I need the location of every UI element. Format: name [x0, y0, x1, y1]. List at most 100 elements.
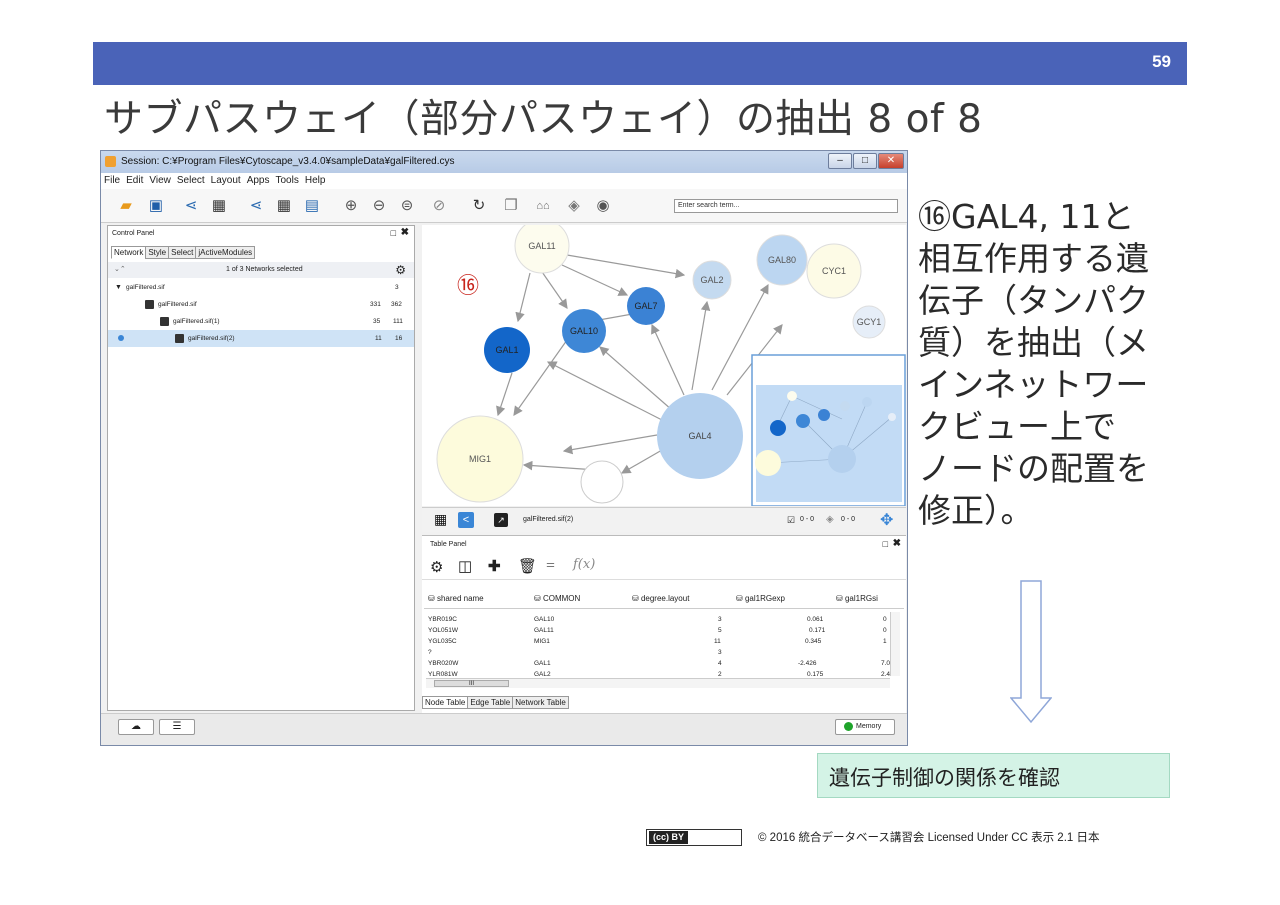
- tab-network[interactable]: Network: [111, 246, 147, 259]
- new-network-icon[interactable]: ❐: [501, 196, 521, 216]
- zoom-selected-icon[interactable]: ⊘: [429, 196, 449, 216]
- control-panel: Control Panel □ ✖ Network Style Select jAct…: [107, 225, 415, 711]
- navigate-icon[interactable]: ✥: [880, 510, 893, 530]
- column-header[interactable]: ⛁ gal1RGexp: [736, 594, 785, 603]
- task-list-button[interactable]: ☰: [159, 719, 195, 735]
- export-image-icon[interactable]: ▤: [302, 196, 322, 216]
- collapse-all-icon[interactable]: ⌄⌃: [114, 265, 126, 273]
- expand-arrow-icon[interactable]: ▼: [115, 279, 122, 296]
- panel-close-icon[interactable]: ✖: [893, 538, 901, 549]
- import-network-icon[interactable]: ⋖: [181, 196, 201, 216]
- cc-license-badge: (cc) BY: [646, 829, 742, 846]
- search-input[interactable]: Enter search term...: [674, 199, 898, 213]
- menu-apps[interactable]: Apps: [244, 173, 273, 188]
- zoom-out-icon[interactable]: ⊖: [369, 196, 389, 216]
- hide-icon[interactable]: ◈: [564, 196, 584, 216]
- columns-icon[interactable]: ◫: [458, 557, 472, 575]
- show-icon[interactable]: ◉: [593, 196, 613, 216]
- slide-title: サブパスウェイ（部分パスウェイ）の抽出 8 of 8: [104, 97, 983, 142]
- minimize-button[interactable]: –: [828, 153, 852, 169]
- panel-close-icon[interactable]: ✖: [401, 227, 409, 238]
- network-graph[interactable]: GAL11 GAL80 CYC1 GAL2 GAL7 GAL10 GCY1 GA…: [422, 225, 906, 506]
- menu-select[interactable]: Select: [174, 173, 208, 188]
- tab-style[interactable]: Style: [145, 246, 170, 259]
- tab-jactivemodules[interactable]: jActiveModules: [195, 246, 256, 259]
- tab-edge-table[interactable]: Edge Table: [467, 696, 514, 709]
- down-arrow-icon: [1010, 580, 1052, 724]
- menu-help[interactable]: Help: [302, 173, 329, 188]
- cc-badge-label: (cc) BY: [649, 831, 689, 844]
- cloud-button[interactable]: ☁: [118, 719, 154, 735]
- column-type-icon: ⛁: [736, 594, 745, 603]
- node-label: GAL7: [634, 301, 657, 311]
- list-item-selected[interactable]: galFiltered.sif(2) 11 16: [108, 330, 414, 347]
- column-header[interactable]: ⛁ COMMON: [534, 594, 580, 603]
- table-row[interactable]: YLR081W GAL2 2 0.175 2.4: [428, 669, 898, 678]
- node-label: GAL11: [528, 241, 555, 251]
- add-icon[interactable]: ✚: [488, 557, 501, 575]
- overview-minimap[interactable]: [751, 354, 906, 506]
- list-item[interactable]: galFiltered.sif 331 362: [108, 296, 414, 313]
- maximize-button[interactable]: □: [853, 153, 877, 169]
- home-icon[interactable]: ⌂⌂: [533, 196, 553, 216]
- network-icon: [160, 317, 169, 326]
- network-view-icon[interactable]: <: [458, 512, 474, 528]
- control-panel-tabs: Network Style Select jActiveModules: [111, 246, 256, 259]
- export-table-icon[interactable]: ▦: [274, 196, 294, 216]
- menu-tools[interactable]: Tools: [272, 173, 301, 188]
- close-button[interactable]: ✕: [878, 153, 904, 169]
- window-titlebar: Session: C:¥Program Files¥Cytoscape_v3.4…: [101, 151, 907, 173]
- zoom-fit-icon[interactable]: ⊜: [397, 196, 417, 216]
- slide-header-bar: 59: [93, 42, 1187, 85]
- link-icon[interactable]: ⚌: [546, 559, 555, 570]
- menu-file[interactable]: File: [101, 173, 123, 188]
- table-row[interactable]: ? 3: [428, 647, 898, 658]
- network-selection-count: 1 of 3 Networks selected: [226, 266, 303, 273]
- table-row[interactable]: YBR019C GAL10 3 0.061 0: [428, 614, 898, 625]
- scroll-thumb[interactable]: III: [434, 680, 509, 687]
- tab-network-table[interactable]: Network Table: [512, 696, 569, 709]
- control-panel-title: Control Panel: [112, 230, 155, 237]
- tab-node-table[interactable]: Node Table: [422, 696, 469, 709]
- column-header[interactable]: ⛁ gal1RGsi: [836, 594, 878, 603]
- column-type-icon: ⛁: [836, 594, 845, 603]
- grid-view-icon[interactable]: ▦: [434, 512, 447, 527]
- horizontal-scrollbar[interactable]: III: [426, 678, 890, 688]
- import-table-icon[interactable]: ▦: [209, 196, 229, 216]
- network-icon: [175, 334, 184, 343]
- open-folder-icon[interactable]: ▰: [116, 196, 136, 216]
- table-row[interactable]: YBR020W GAL1 4 -2.426 7.0: [428, 658, 898, 669]
- network-view[interactable]: GAL11 GAL80 CYC1 GAL2 GAL7 GAL10 GCY1 GA…: [422, 225, 906, 506]
- tab-select[interactable]: Select: [168, 246, 197, 259]
- export-view-icon[interactable]: ↗: [494, 513, 508, 527]
- save-icon[interactable]: ▣: [146, 196, 166, 216]
- node-label: CYC1: [822, 266, 846, 276]
- column-header[interactable]: ⛁ degree.layout: [632, 594, 689, 603]
- vertical-scrollbar[interactable]: [890, 612, 900, 676]
- list-item[interactable]: ▼ galFiltered.sif 3: [108, 279, 414, 296]
- node-label: GAL80: [768, 255, 796, 265]
- menu-view[interactable]: View: [146, 173, 174, 188]
- selected-checkbox-icon: ☑: [787, 515, 796, 525]
- gear-icon[interactable]: ⚙: [430, 558, 443, 576]
- node-label: GAL1: [495, 345, 518, 355]
- delete-icon[interactable]: 🗑: [518, 557, 537, 575]
- network-settings-icon[interactable]: ⚙: [395, 263, 406, 277]
- zoom-in-icon[interactable]: ⊕: [341, 196, 361, 216]
- refresh-icon[interactable]: ↻: [469, 196, 489, 216]
- graph-node: [580, 460, 624, 504]
- table-row[interactable]: YGL035C MIG1 11 0.345 1: [428, 636, 898, 647]
- memory-button[interactable]: Memory: [835, 719, 895, 735]
- hidden-counts: 0 - 0: [841, 516, 856, 523]
- menu-edit[interactable]: Edit: [123, 173, 146, 188]
- panel-float-icon[interactable]: □: [883, 539, 888, 549]
- table-row[interactable]: YOL051W GAL11 5 0.171 0: [428, 625, 898, 636]
- network-icon: [145, 300, 154, 309]
- function-builder-button[interactable]: f(x): [573, 557, 595, 572]
- export-network-icon[interactable]: ⋖: [246, 196, 266, 216]
- list-item[interactable]: galFiltered.sif(1) 35 111: [108, 313, 414, 330]
- panel-float-icon[interactable]: □: [391, 228, 396, 238]
- column-header[interactable]: ⛁ shared name: [428, 594, 484, 603]
- menu-layout[interactable]: Layout: [208, 173, 244, 188]
- memory-status-icon: [844, 722, 853, 731]
